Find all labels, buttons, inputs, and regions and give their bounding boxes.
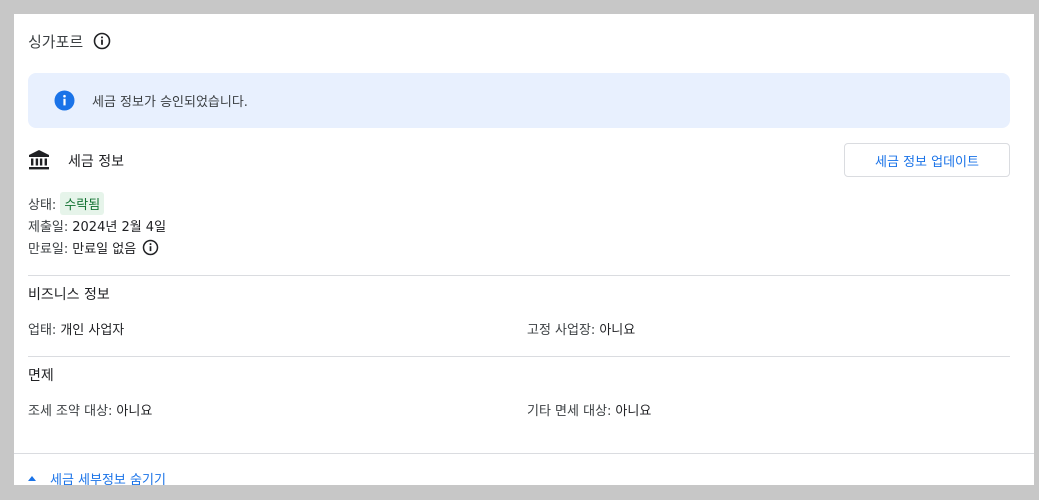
tax-info-heading: 세금 정보 [68, 154, 124, 170]
submitted-value: 2024년 2월 4일 [72, 219, 167, 235]
fixed-place-field: 고정 사업장: 아니요 [527, 319, 635, 338]
bank-icon [28, 149, 50, 171]
hide-tax-details-label: 세금 세부정보 숨기기 [50, 473, 166, 485]
info-outline-icon[interactable] [93, 32, 111, 50]
other-exemption-value: 아니요 [615, 404, 652, 419]
treaty-field: 조세 조약 대상: 아니요 [28, 400, 152, 419]
fixed-place-label: 고정 사업장: [527, 323, 596, 338]
business-type-label: 업태: [28, 323, 57, 338]
exemption-heading: 면제 [28, 368, 54, 384]
expiry-value: 만료일 없음 [72, 241, 137, 257]
treaty-value: 아니요 [116, 404, 153, 419]
info-outline-icon[interactable] [142, 239, 159, 256]
status-label: 상태: [28, 197, 57, 213]
other-exemption-label: 기타 면세 대상: [527, 404, 612, 419]
country-name: 싱가포르 [28, 32, 84, 51]
tax-info-header: 세금 정보 세금 정보 업데이트 [28, 143, 1010, 179]
fixed-place-value: 아니요 [599, 323, 636, 338]
status-row: 상태: 수락됨 [28, 191, 166, 215]
treaty-label: 조세 조약 대상: [28, 404, 113, 419]
status-badge: 수락됨 [60, 191, 105, 215]
approval-banner: 세금 정보가 승인되었습니다. [28, 73, 1010, 128]
footer-divider [14, 453, 1034, 454]
expiry-row: 만료일: 만료일 없음 [28, 236, 166, 258]
tax-status-details: 상태: 수락됨 제출일: 2024년 2월 4일 만료일: 만료일 없음 [28, 191, 166, 258]
submitted-label: 제출일: [28, 219, 69, 235]
section-divider [28, 275, 1010, 276]
banner-message: 세금 정보가 승인되었습니다. [92, 95, 248, 110]
other-exemption-field: 기타 면세 대상: 아니요 [527, 400, 651, 419]
business-type-value: 개인 사업자 [60, 323, 125, 338]
section-divider [28, 356, 1010, 357]
submitted-row: 제출일: 2024년 2월 4일 [28, 214, 166, 236]
card-title: 싱가포르 [28, 30, 111, 52]
chevron-up-icon [28, 476, 36, 481]
page-frame: 싱가포르 세금 정보가 승인되었습니다. 세금 정보 세금 정보 업데이트 상태… [0, 0, 1039, 500]
business-type-field: 업태: 개인 사업자 [28, 319, 124, 338]
tax-settings-card: 싱가포르 세금 정보가 승인되었습니다. 세금 정보 세금 정보 업데이트 상태… [14, 14, 1034, 485]
business-info-heading: 비즈니스 정보 [28, 287, 110, 303]
hide-tax-details-link[interactable]: 세금 세부정보 숨기기 [28, 469, 166, 485]
update-tax-info-button[interactable]: 세금 정보 업데이트 [844, 143, 1010, 177]
info-filled-icon [54, 90, 75, 111]
expiry-label: 만료일: [28, 241, 69, 257]
